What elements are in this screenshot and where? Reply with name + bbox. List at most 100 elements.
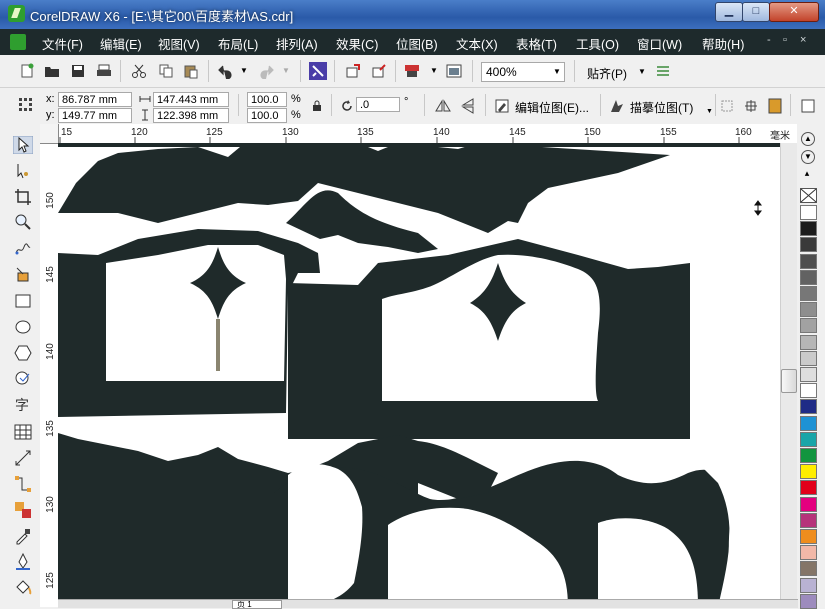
menu-arrange[interactable]: 排列(A)	[276, 34, 318, 53]
freehand-tool-icon[interactable]	[14, 239, 32, 257]
edit-bitmap-icon[interactable]	[494, 98, 510, 114]
outline-pen-tool-icon[interactable]	[14, 552, 32, 570]
palette-scroll-up-icon[interactable]: ▼	[801, 150, 815, 164]
print-icon[interactable]	[96, 63, 112, 79]
color-swatch[interactable]	[800, 318, 817, 333]
properties-panel-icon[interactable]	[800, 98, 816, 114]
color-swatch[interactable]	[800, 448, 817, 463]
options-icon[interactable]	[655, 63, 671, 79]
trace-bitmap-icon[interactable]	[609, 98, 625, 114]
palette-expand-icon[interactable]: ▴	[801, 168, 813, 178]
vertical-ruler[interactable]: 150 145 140 135 130 125	[40, 143, 59, 607]
scale-y-field[interactable]: 100.0	[247, 108, 287, 123]
resample-icon[interactable]	[743, 98, 759, 114]
lock-ratio-icon[interactable]	[312, 100, 322, 111]
ellipse-tool-icon[interactable]	[14, 318, 32, 336]
import-icon[interactable]	[345, 63, 361, 79]
menu-file[interactable]: 文件(F)	[42, 34, 83, 53]
text-tool-icon[interactable]: 字	[12, 395, 32, 415]
color-swatch[interactable]	[800, 351, 817, 366]
snap-dropdown-arrow[interactable]: ▼	[638, 67, 646, 76]
welcome-screen-icon[interactable]	[446, 63, 462, 79]
no-color-swatch-icon[interactable]	[800, 188, 817, 203]
scale-x-field[interactable]: 100.0	[247, 92, 287, 107]
color-swatch[interactable]	[800, 254, 817, 269]
color-swatch[interactable]	[800, 399, 817, 414]
undo-dropdown-arrow[interactable]: ▼	[240, 66, 248, 75]
fill-tool-icon[interactable]	[14, 578, 32, 596]
horizontal-ruler[interactable]: 15 120 125 130 135 140 145 150 155 160 毫…	[58, 124, 798, 144]
color-swatch[interactable]	[800, 383, 817, 398]
menu-text[interactable]: 文本(X)	[456, 34, 498, 53]
mdi-close-button[interactable]: ×	[800, 34, 806, 46]
object-origin-icon[interactable]	[18, 97, 34, 113]
color-swatch[interactable]	[800, 237, 817, 252]
mirror-vertical-icon[interactable]	[460, 98, 476, 114]
maximize-button[interactable]: □	[742, 2, 770, 22]
page-tab[interactable]: 页 1	[232, 600, 282, 609]
document-icon[interactable]	[10, 34, 26, 50]
color-swatch[interactable]	[800, 432, 817, 447]
menu-effects[interactable]: 效果(C)	[336, 34, 378, 53]
zoom-tool-icon[interactable]	[14, 213, 32, 231]
width-field[interactable]: 147.443 mm	[153, 92, 229, 107]
menu-table[interactable]: 表格(T)	[516, 34, 557, 53]
minimize-button[interactable]: ▁	[715, 2, 743, 22]
save-icon[interactable]	[70, 63, 86, 79]
menu-edit[interactable]: 编辑(E)	[100, 34, 142, 53]
palette-scroll-up-icon[interactable]: ▲	[801, 132, 815, 146]
menu-tools[interactable]: 工具(O)	[576, 34, 619, 53]
edit-bitmap-button[interactable]: 编辑位图(E)...	[515, 99, 589, 116]
menu-layout[interactable]: 布局(L)	[218, 34, 258, 53]
mdi-restore-button[interactable]: ▫	[783, 34, 787, 46]
color-swatch[interactable]	[800, 529, 817, 544]
close-button[interactable]: ✕	[769, 2, 819, 22]
color-swatch[interactable]	[800, 561, 817, 576]
menu-view[interactable]: 视图(V)	[158, 34, 200, 53]
height-field[interactable]: 122.398 mm	[153, 108, 229, 123]
menu-help[interactable]: 帮助(H)	[702, 34, 744, 53]
blend-tool-icon[interactable]	[14, 501, 32, 519]
crop-tool-icon[interactable]	[14, 188, 32, 206]
zoom-dropdown-arrow[interactable]: ▼	[553, 67, 561, 76]
color-swatch[interactable]	[800, 513, 817, 528]
eyedropper-tool-icon[interactable]	[14, 527, 32, 545]
undo-icon[interactable]	[218, 63, 234, 79]
application-launcher-icon[interactable]	[404, 63, 420, 79]
bitmap-color-mask-icon[interactable]	[767, 98, 783, 114]
drawing-canvas[interactable]	[58, 143, 780, 607]
rectangle-tool-icon[interactable]	[14, 292, 32, 310]
dimension-tool-icon[interactable]	[14, 449, 32, 467]
copy-icon[interactable]	[158, 63, 174, 79]
rotation-angle-field[interactable]: .0	[356, 97, 400, 112]
ruler-origin[interactable]	[40, 124, 59, 144]
color-swatch[interactable]	[800, 270, 817, 285]
trace-bitmap-button[interactable]: 描摹位图(T)	[630, 99, 693, 116]
vertical-scrollbar-thumb[interactable]	[781, 369, 797, 393]
menu-bitmaps[interactable]: 位图(B)	[396, 34, 438, 53]
paste-icon[interactable]	[183, 63, 199, 79]
redo-dropdown-arrow[interactable]: ▼	[282, 66, 290, 75]
table-tool-icon[interactable]	[14, 423, 32, 441]
color-swatch[interactable]	[800, 221, 817, 236]
crop-bitmap-icon[interactable]	[719, 98, 735, 114]
shape-tool-icon[interactable]	[14, 162, 32, 180]
basic-shapes-tool-icon[interactable]	[14, 370, 32, 388]
mirror-horizontal-icon[interactable]	[435, 98, 451, 114]
x-position-field[interactable]: 86.787 mm	[58, 92, 132, 107]
menu-window[interactable]: 窗口(W)	[637, 34, 682, 53]
trace-dropdown-arrow[interactable]: ▼	[706, 108, 713, 115]
new-document-icon[interactable]	[19, 63, 35, 79]
open-folder-icon[interactable]	[44, 63, 60, 79]
mdi-minimize-button[interactable]: -	[767, 34, 771, 46]
pick-tool-icon[interactable]	[13, 136, 33, 154]
y-position-field[interactable]: 149.77 mm	[58, 108, 132, 123]
color-swatch[interactable]	[800, 335, 817, 350]
export-icon[interactable]	[371, 63, 387, 79]
color-swatch[interactable]	[800, 205, 817, 220]
search-content-icon[interactable]	[309, 62, 327, 80]
color-swatch[interactable]	[800, 286, 817, 301]
color-swatch[interactable]	[800, 416, 817, 431]
color-swatch[interactable]	[800, 480, 817, 495]
smart-fill-tool-icon[interactable]	[14, 265, 32, 283]
